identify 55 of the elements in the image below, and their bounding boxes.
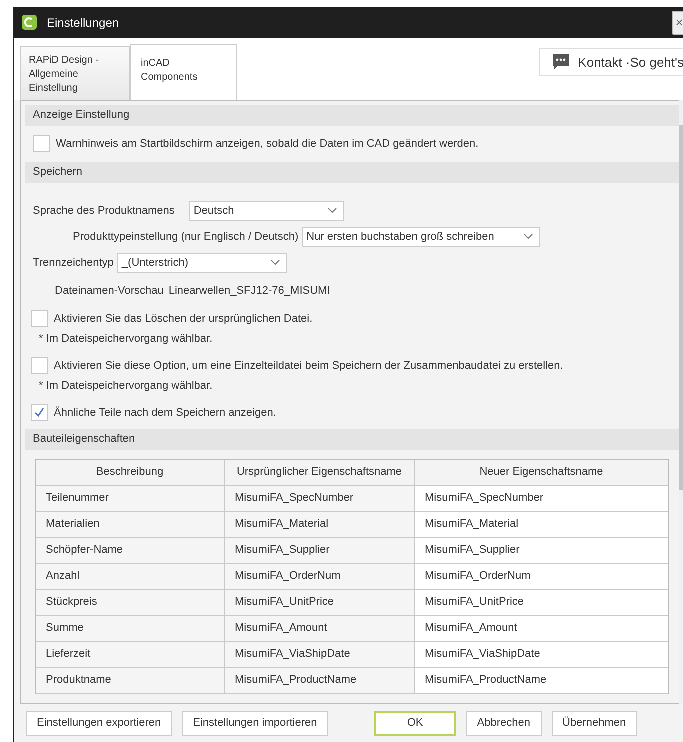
table-cell: MisumiFA_ProductName — [225, 668, 415, 693]
app-logo-icon — [22, 15, 37, 30]
table-cell: MisumiFA_Amount — [225, 616, 415, 641]
column-header: Neuer Eigenschaftsname — [415, 460, 668, 485]
field-label: Trennzeichentyp — [33, 257, 114, 269]
preview-value: Linearwellen_SFJ12-76_MISUMI — [168, 285, 330, 297]
field-label: Produkttypeinstellung (nur Englisch / Deutsch) — [73, 231, 299, 243]
note-text: * Im Dateispeichervorgang wählbar. — [38, 380, 214, 392]
tab[interactable]: inCAD Components — [130, 44, 237, 101]
checkbox[interactable] — [31, 357, 48, 374]
column-header: Ursprünglicher Eigenschaftsname — [225, 460, 415, 485]
table-cell: Lieferzeit — [36, 642, 225, 667]
table-cell: Produktname — [36, 668, 225, 693]
checkbox-label: Ähnliche Teile nach dem Speichern anzeigen. — [54, 406, 276, 418]
dialog-button[interactable]: Einstellungen importieren — [182, 710, 328, 736]
checkmark-icon — [34, 407, 45, 418]
table-cell: Stückpreis — [36, 590, 225, 615]
table-cell: MisumiFA_OrderNum — [225, 564, 415, 589]
dialog-button[interactable]: Abbrechen — [466, 710, 542, 736]
tab[interactable]: RAPiD Design - Allgemeine Einstellung — [20, 46, 130, 100]
preview-label: Dateinamen-Vorschau — [55, 285, 164, 297]
checkbox-label: Aktivieren Sie diese Option, um eine Einzelteildatei beim Speichern der Zusammenbaudatei zu erstellen. — [54, 360, 564, 372]
table-cell: Teilenummer — [36, 486, 225, 511]
caret-icon — [270, 260, 280, 266]
section-header: Anzeige Einstellung — [25, 105, 679, 126]
table-cell: MisumiFA_Material — [225, 512, 415, 537]
checkbox[interactable] — [33, 135, 50, 152]
checkbox[interactable] — [31, 404, 48, 421]
table-cell: Materialien — [36, 512, 225, 537]
section-header: Bauteileigenschaften — [25, 429, 679, 450]
window-title: Einstellungen — [47, 16, 120, 30]
close-button[interactable]: × — [672, 10, 683, 34]
dropdown[interactable]: Deutsch — [188, 201, 344, 221]
dropdown[interactable]: _(Unterstrich) — [116, 253, 287, 273]
dialog-button[interactable]: OK — [374, 710, 456, 736]
dialog-button[interactable]: Übernehmen — [552, 710, 638, 736]
checkbox[interactable] — [31, 310, 48, 327]
dropdown[interactable]: Nur ersten buchstaben groß schreiben — [302, 227, 540, 247]
chat-icon — [552, 53, 570, 71]
caret-icon — [328, 208, 337, 214]
caret-icon — [524, 234, 533, 240]
note-text: * Im Dateispeichervorgang wählbar. — [38, 333, 214, 345]
dialog-button[interactable]: Einstellungen exportieren — [26, 710, 172, 736]
table-cell: Summe — [36, 616, 225, 641]
table-cell: MisumiFA_ViaShipDate — [225, 642, 415, 667]
checkbox-label: Aktivieren Sie das Löschen der ursprünglichen Datei. — [54, 312, 313, 324]
table-cell: MisumiFA_SpecNumber — [225, 486, 415, 511]
checkbox-label: Warnhinweis am Startbildschirm anzeigen, sobald die Daten im CAD geändert werden. — [56, 138, 479, 150]
field-label: Sprache des Produktnamens — [33, 205, 175, 217]
table-cell: Anzahl — [36, 564, 225, 589]
column-header: Beschreibung — [36, 460, 225, 485]
table-cell: MisumiFA_UnitPrice — [225, 590, 415, 615]
table-cell: MisumiFA_Supplier — [225, 538, 415, 563]
table-cell: Schöpfer-Name — [36, 538, 225, 563]
section-header: Speichern — [25, 162, 679, 183]
